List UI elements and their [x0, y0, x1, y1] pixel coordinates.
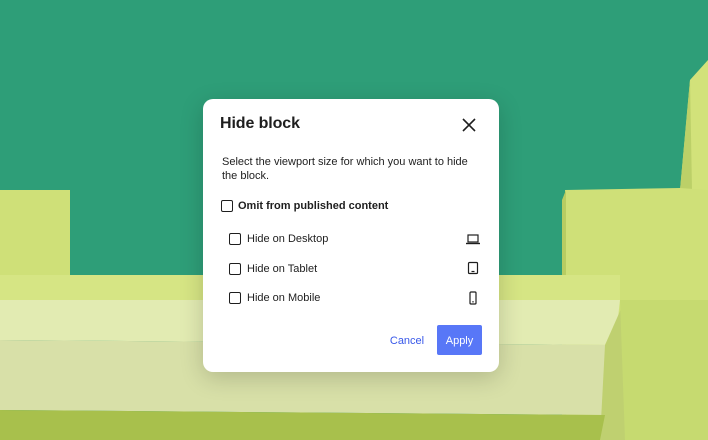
hide-desktop-label: Hide on Desktop — [247, 233, 329, 245]
dialog-title: Hide block — [220, 115, 300, 132]
hide-desktop-checkbox[interactable] — [229, 233, 241, 245]
tablet-icon — [467, 261, 479, 275]
dialog-description: Select the viewport size for which you w… — [222, 156, 468, 182]
close-button[interactable] — [459, 115, 479, 135]
laptop-icon — [466, 234, 480, 245]
apply-button[interactable]: Apply — [437, 325, 482, 355]
hide-mobile-label: Hide on Mobile — [247, 292, 321, 304]
hide-mobile-checkbox[interactable] — [229, 292, 241, 304]
hide-tablet-label: Hide on Tablet — [247, 263, 318, 275]
mobile-icon — [469, 291, 477, 305]
omit-label: Omit from published content — [238, 200, 389, 212]
omit-checkbox[interactable] — [221, 200, 233, 212]
hide-block-dialog: Hide block Select the viewport size for … — [203, 99, 499, 372]
close-icon — [462, 118, 476, 132]
cancel-button[interactable]: Cancel — [383, 329, 431, 351]
hide-tablet-checkbox[interactable] — [229, 263, 241, 275]
